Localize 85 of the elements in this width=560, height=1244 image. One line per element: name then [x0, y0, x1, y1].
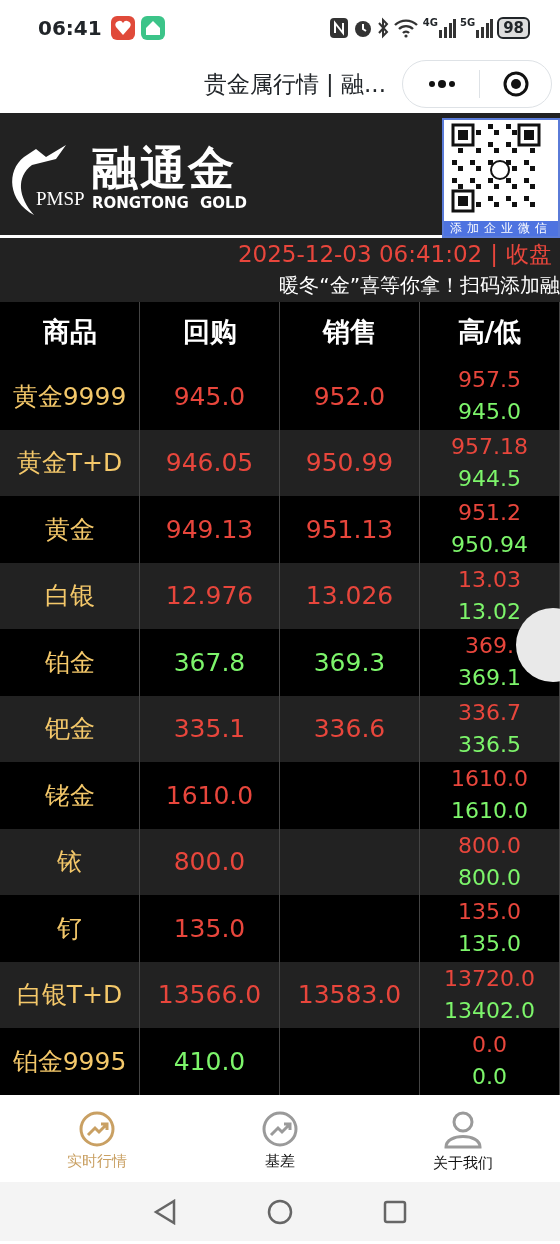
market-status: 收盘: [506, 240, 552, 269]
product-name: 铑金: [44, 779, 95, 812]
low-price: 944.5: [458, 464, 521, 493]
high-price: 369.: [465, 632, 514, 661]
product-name: 铂金9995: [12, 1045, 127, 1078]
buyback-price: 135.0: [173, 912, 246, 945]
low-price: 800.0: [458, 863, 521, 892]
person-icon: [442, 1109, 483, 1150]
clock-time: 06:41: [38, 14, 102, 42]
sell-price: 336.6: [313, 713, 386, 745]
nav-tab[interactable]: 关于我们: [365, 1102, 560, 1182]
high-price: 951.2: [458, 499, 521, 528]
separator-text: |: [490, 240, 498, 269]
more-icon[interactable]: [427, 79, 457, 89]
nav-tab[interactable]: 基差: [194, 1102, 366, 1182]
signal-icon: [437, 17, 456, 38]
app-notification-icon: [139, 14, 166, 41]
market-datetime: 2025-12-03 06:41:02: [237, 240, 483, 269]
wifi-icon: [392, 17, 419, 38]
low-price: 13.02: [458, 597, 521, 626]
buyback-price: 13566.0: [157, 979, 262, 1011]
high-price: 13720.0: [444, 964, 535, 993]
brand-name-english: RONGTONG GOLD: [92, 194, 248, 212]
column-header: 销售: [322, 315, 377, 350]
high-price: 135.0: [458, 898, 521, 927]
buyback-price: 12.976: [165, 580, 254, 612]
column-header: 商品: [42, 315, 97, 350]
emblem-text: PMSP: [36, 187, 85, 211]
low-price: 0.0: [472, 1063, 507, 1092]
nfc-icon: [328, 16, 349, 39]
high-price: 0.0: [472, 1031, 507, 1060]
low-price: 135.0: [458, 930, 521, 959]
window-title: 贵金属行情 | 融...: [203, 69, 386, 99]
sell-price: 369.3: [313, 646, 386, 679]
buyback-price: 335.1: [173, 713, 246, 745]
high-price: 1610.0: [451, 765, 528, 794]
signal-icon: [475, 17, 494, 38]
buyback-price: 949.13: [165, 513, 254, 546]
trend-chart-icon: [79, 1111, 116, 1148]
product-name: 白银: [44, 580, 95, 612]
buyback-price: 946.05: [165, 447, 254, 479]
buyback-price: 945.0: [173, 380, 246, 413]
sell-price: 951.13: [305, 513, 394, 546]
buyback-price: 410.0: [173, 1045, 246, 1078]
sell-price: 13583.0: [297, 979, 402, 1011]
buyback-price: 1610.0: [165, 779, 254, 812]
recents-icon[interactable]: [383, 1199, 407, 1224]
close-target-icon[interactable]: [502, 70, 530, 98]
low-price: 1610.0: [451, 797, 528, 826]
back-icon[interactable]: [153, 1198, 177, 1225]
product-name: 铱: [57, 846, 82, 878]
battery-level: 98: [497, 16, 530, 39]
trend-chart-icon: [262, 1111, 298, 1148]
high-price: 800.0: [458, 831, 521, 860]
buyback-price: 800.0: [173, 846, 246, 878]
product-name: 黄金9999: [12, 380, 127, 413]
product-name: 钯金: [44, 713, 95, 745]
high-price: 957.5: [458, 366, 521, 395]
product-name: 黄金: [44, 513, 95, 546]
product-name: 黄金T+D: [16, 447, 123, 479]
buyback-price: 367.8: [173, 646, 246, 679]
brand-name: 融通金: [92, 142, 237, 194]
product-name: 钌: [57, 912, 82, 945]
app-notification-icon: [109, 14, 136, 41]
qr-caption: 添加企业微信: [444, 221, 558, 236]
high-price: 336.7: [458, 698, 521, 727]
low-price: 945.0: [458, 398, 521, 427]
bluetooth-icon: [376, 16, 389, 39]
low-price: 950.94: [451, 531, 528, 560]
low-price: 13402.0: [444, 996, 535, 1025]
notice-marquee: 暖冬“金”喜等你拿！扫码添加融: [279, 272, 560, 299]
home-icon[interactable]: [267, 1198, 293, 1225]
sell-price: 13.026: [305, 580, 394, 612]
high-price: 957.18: [451, 432, 528, 461]
sell-price: 950.99: [305, 447, 394, 479]
product-name: 白银T+D: [16, 979, 123, 1011]
network-type-label: 4G: [422, 17, 438, 28]
product-name: 铂金: [44, 646, 95, 679]
low-price: 336.5: [458, 730, 521, 759]
sell-price: 952.0: [313, 380, 386, 413]
network-type-label: 5G: [459, 17, 476, 28]
column-header: 回购: [182, 315, 237, 350]
low-price: 369.1: [458, 664, 521, 693]
column-header: 高/低: [457, 315, 522, 350]
high-price: 13.03: [458, 565, 521, 594]
